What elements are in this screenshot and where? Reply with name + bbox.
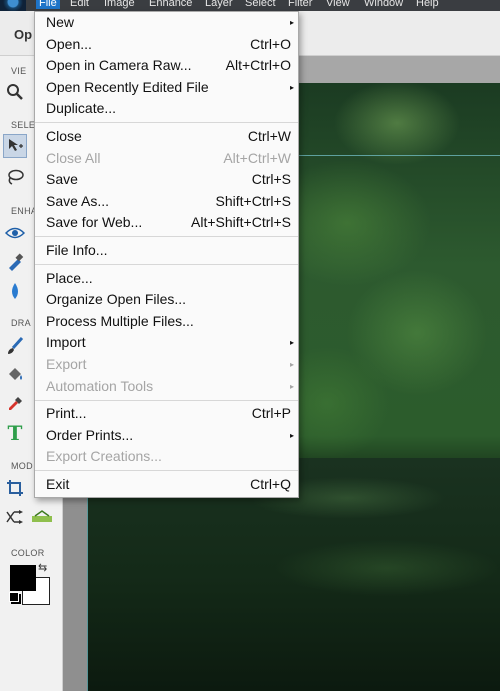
menu-item-export: Export ▸ xyxy=(35,354,298,376)
default-colors-icon[interactable] xyxy=(9,592,19,602)
section-select-label: SELE xyxy=(11,120,36,130)
straighten-tool-icon[interactable] xyxy=(31,506,53,528)
menu-item-label: Process Multiple Files... xyxy=(46,312,194,329)
menu-item-label: Export Creations... xyxy=(46,448,162,465)
menu-item-close-all: Close All Alt+Ctrl+W xyxy=(35,148,298,170)
menu-view[interactable]: View xyxy=(326,0,350,9)
menu-item-new[interactable]: New ▸ xyxy=(35,12,298,34)
menu-item-place[interactable]: Place... xyxy=(35,268,298,290)
file-menu-dropdown: New ▸ Open... Ctrl+O Open in Camera Raw.… xyxy=(34,11,299,498)
brush-tool-icon[interactable] xyxy=(4,335,26,357)
menu-item-shortcut: Alt+Shift+Ctrl+S xyxy=(191,214,291,231)
menu-enhance[interactable]: Enhance xyxy=(149,0,192,9)
menubar: File Edit Image Enhance Layer Select Fil… xyxy=(0,0,500,11)
recompose-tool-icon[interactable] xyxy=(4,506,26,528)
menu-item-close[interactable]: Close Ctrl+W xyxy=(35,126,298,148)
menu-item-open-camera-raw[interactable]: Open in Camera Raw... Alt+Ctrl+O xyxy=(35,55,298,77)
menu-filter[interactable]: Filter xyxy=(288,0,312,9)
menu-item-label: File Info... xyxy=(46,241,108,258)
menu-item-order-prints[interactable]: Order Prints... ▸ xyxy=(35,425,298,447)
submenu-arrow-icon: ▸ xyxy=(289,82,294,92)
paint-bucket-tool-icon[interactable] xyxy=(4,364,26,386)
menu-edit[interactable]: Edit xyxy=(70,0,89,9)
menu-item-label: Save for Web... xyxy=(46,214,143,231)
menu-item-import[interactable]: Import ▸ xyxy=(35,332,298,354)
menu-item-shortcut: Ctrl+W xyxy=(247,127,291,144)
submenu-arrow-icon: ▸ xyxy=(289,430,294,440)
menu-item-open-recent[interactable]: Open Recently Edited File ▸ xyxy=(35,77,298,99)
menu-item-open[interactable]: Open... Ctrl+O xyxy=(35,34,298,56)
move-tool-icon[interactable] xyxy=(3,134,27,158)
menu-item-file-info[interactable]: File Info... xyxy=(35,240,298,262)
menu-item-print[interactable]: Print... Ctrl+P xyxy=(35,403,298,425)
menu-item-shortcut: Ctrl+S xyxy=(251,171,291,188)
section-draw-label: DRA xyxy=(11,318,31,328)
red-eye-tool-icon[interactable] xyxy=(4,222,26,244)
menu-item-label: Automation Tools xyxy=(46,377,154,394)
app-logo-icon xyxy=(0,0,26,11)
menu-separator xyxy=(35,122,298,124)
menu-item-shortcut: Ctrl+O xyxy=(250,35,291,52)
spot-healing-tool-icon[interactable] xyxy=(4,251,26,273)
menu-item-shortcut: Alt+Ctrl+O xyxy=(225,57,291,74)
menu-separator xyxy=(35,236,298,238)
menu-item-exit[interactable]: Exit Ctrl+Q xyxy=(35,474,298,496)
menu-image[interactable]: Image xyxy=(104,0,135,9)
blur-tool-icon[interactable] xyxy=(4,280,26,302)
foreground-color-swatch[interactable] xyxy=(10,565,36,591)
section-color-label: COLOR xyxy=(11,548,45,558)
menu-item-label: Export xyxy=(46,355,87,372)
menu-item-shortcut: Ctrl+Q xyxy=(250,475,291,492)
submenu-arrow-icon: ▸ xyxy=(289,18,294,27)
menu-item-label: Open in Camera Raw... xyxy=(46,57,192,74)
menu-separator xyxy=(35,470,298,472)
menu-item-label: Print... xyxy=(46,405,87,422)
menu-item-label: Open Recently Edited File xyxy=(46,78,209,95)
menu-item-duplicate[interactable]: Duplicate... xyxy=(35,98,298,120)
swap-colors-icon[interactable]: ⇆ xyxy=(38,561,47,574)
submenu-arrow-icon: ▸ xyxy=(289,338,294,348)
menu-item-shortcut: Ctrl+P xyxy=(251,405,291,422)
menu-item-label: Duplicate... xyxy=(46,100,117,117)
menu-layer[interactable]: Layer xyxy=(205,0,233,9)
menu-window[interactable]: Window xyxy=(364,0,403,9)
menu-item-label: Save As... xyxy=(46,192,110,209)
menu-item-label: Import xyxy=(46,334,86,351)
submenu-arrow-icon: ▸ xyxy=(289,359,294,369)
menu-item-label: Close All xyxy=(46,149,101,166)
menu-item-label: New xyxy=(46,14,75,30)
menu-item-automation-tools: Automation Tools ▸ xyxy=(35,376,298,398)
open-button-label[interactable]: Op xyxy=(14,27,32,42)
menu-separator xyxy=(35,264,298,266)
zoom-tool-icon[interactable] xyxy=(4,81,26,103)
menu-item-label: Save xyxy=(46,171,78,188)
menu-item-save[interactable]: Save Ctrl+S xyxy=(35,169,298,191)
menu-select[interactable]: Select xyxy=(245,0,276,9)
menu-item-label: Organize Open Files... xyxy=(46,291,187,308)
section-view-label: VIE xyxy=(11,66,27,76)
menu-item-export-creations: Export Creations... xyxy=(35,446,298,468)
text-tool-icon[interactable]: T xyxy=(4,421,26,445)
menu-item-shortcut: Shift+Ctrl+S xyxy=(215,192,291,209)
menu-item-label: Place... xyxy=(46,269,93,286)
submenu-arrow-icon: ▸ xyxy=(289,381,294,391)
menu-item-organize-open-files[interactable]: Organize Open Files... xyxy=(35,289,298,311)
menu-file[interactable]: File xyxy=(36,0,60,9)
menu-help[interactable]: Help xyxy=(416,0,439,9)
eyedropper-tool-icon[interactable] xyxy=(4,393,26,415)
menu-item-process-multiple-files[interactable]: Process Multiple Files... xyxy=(35,311,298,333)
menu-item-shortcut: Alt+Ctrl+W xyxy=(223,149,291,166)
lasso-tool-icon[interactable] xyxy=(4,166,26,188)
menu-item-label: Order Prints... xyxy=(46,426,134,443)
menu-item-save-for-web[interactable]: Save for Web... Alt+Shift+Ctrl+S xyxy=(35,212,298,234)
menu-item-save-as[interactable]: Save As... Shift+Ctrl+S xyxy=(35,191,298,213)
menu-item-label: Exit xyxy=(46,475,70,492)
menu-item-label: Open... xyxy=(46,35,92,52)
section-modify-label: MOD xyxy=(11,461,33,471)
crop-tool-icon[interactable] xyxy=(4,477,26,499)
menu-item-label: Close xyxy=(46,127,82,144)
menu-separator xyxy=(35,399,298,401)
